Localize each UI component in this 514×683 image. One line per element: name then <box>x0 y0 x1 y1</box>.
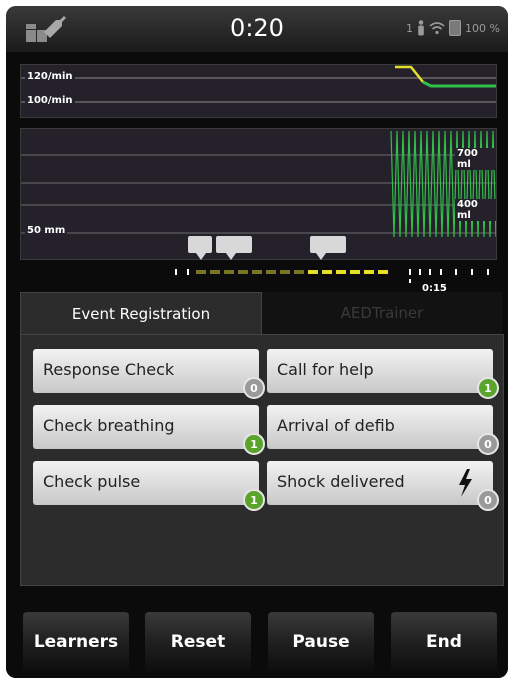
rate-label-100: 100/min <box>25 95 75 106</box>
event-label: Check pulse <box>43 472 141 491</box>
battery-icon <box>449 20 462 36</box>
tab-bar: Event Registration AEDTrainer <box>20 292 502 335</box>
event-count-badge: 1 <box>243 489 265 511</box>
marker-check-breathing <box>216 236 252 260</box>
event-label: Arrival of defib <box>277 416 395 435</box>
event-label: Check breathing <box>43 416 175 435</box>
check-breathing-button[interactable]: Check breathing 1 <box>33 405 265 455</box>
rate-trace-yellow <box>395 65 424 83</box>
rate-chart-plot <box>21 65 496 103</box>
notification-count: 1 <box>406 21 414 35</box>
rate-chart: 120/min 100/min <box>20 64 497 118</box>
tab-aedtrainer[interactable]: AEDTrainer <box>262 292 502 334</box>
event-count-badge: 1 <box>243 433 265 455</box>
volume-label-700: 700 ml <box>455 148 496 170</box>
volume-label-400: 400 ml <box>455 199 496 221</box>
rate-label-120: 120/min <box>25 71 75 82</box>
learners-button[interactable]: Learners <box>23 612 129 672</box>
event-label: Response Check <box>43 360 175 379</box>
event-label: Shock delivered <box>277 472 405 491</box>
check-pulse-button[interactable]: Check pulse 1 <box>33 461 265 511</box>
event-count-badge: 1 <box>477 377 499 399</box>
wifi-icon <box>429 22 445 35</box>
tab-event-registration[interactable]: Event Registration <box>20 292 262 335</box>
battery-level: 100 % <box>465 21 500 35</box>
event-panel: Response Check 0 Call for help 1 Check b… <box>20 334 504 586</box>
timeline-markers <box>188 236 346 260</box>
footer-toolbar: Learners Reset Pause End <box>6 588 508 678</box>
response-check-button[interactable]: Response Check 0 <box>33 349 265 399</box>
event-count-badge: 0 <box>477 433 499 455</box>
rate-trace-green <box>422 80 496 88</box>
event-count-badge: 0 <box>243 377 265 399</box>
marker-check-pulse <box>310 236 346 260</box>
event-label: Call for help <box>277 360 374 379</box>
event-count-badge: 0 <box>477 489 499 511</box>
app-window: 0:20 1 100 % 120/min 100/min 700 ml 400 … <box>6 6 508 678</box>
arrival-of-defib-button[interactable]: Arrival of defib 0 <box>267 405 499 455</box>
compression-waveform <box>390 130 496 238</box>
person-icon <box>418 20 424 36</box>
lightning-icon <box>459 469 472 497</box>
status-indicators: 1 100 % <box>406 20 500 36</box>
depth-label-50: 50 mm <box>25 225 68 236</box>
pause-button[interactable]: Pause <box>268 612 374 672</box>
status-bar: 0:20 1 100 % <box>6 6 508 52</box>
marker-response-check <box>188 236 212 260</box>
reset-button[interactable]: Reset <box>145 612 251 672</box>
shock-delivered-button[interactable]: Shock delivered 0 <box>267 461 499 511</box>
end-button[interactable]: End <box>391 612 497 672</box>
call-for-help-button[interactable]: Call for help 1 <box>267 349 499 399</box>
